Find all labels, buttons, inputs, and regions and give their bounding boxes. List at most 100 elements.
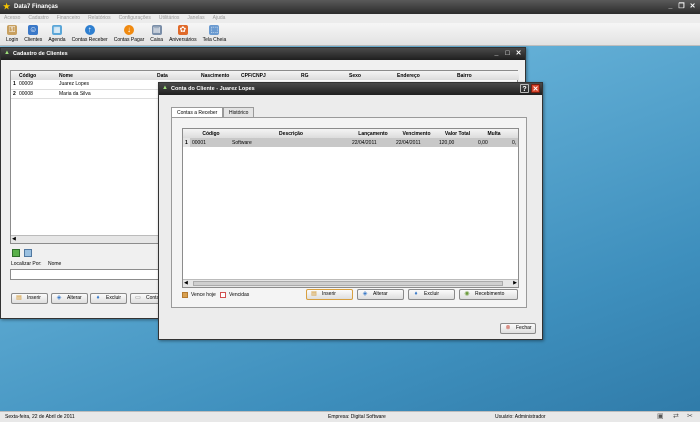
monitor-icon: ▣ — [657, 413, 664, 420]
contas-grid: Código Descrição Lançamento Vencimento V… — [182, 128, 519, 288]
fullscreen-icon: ⬚ — [209, 25, 220, 35]
delete-icon: ♦ — [414, 291, 418, 297]
gift-icon: ✿ — [177, 25, 188, 35]
menu-relatorios[interactable]: Relatórios — [88, 14, 111, 23]
column-header[interactable]: Bairro — [455, 71, 519, 80]
conta-recebimento-button[interactable]: ◉ Recebimento — [459, 289, 518, 300]
clientes-grid-header: Código Nome Data Nascimento CPF/CNPJ RG … — [11, 71, 519, 80]
column-header[interactable]: Código — [17, 71, 57, 80]
arrow-up-icon: ↑ — [84, 25, 95, 35]
menu-bar: Acesso Cadastro Financeiro Relatórios Co… — [0, 14, 700, 23]
tab-historico[interactable]: Histórico — [223, 107, 255, 117]
column-header[interactable]: Descrição — [230, 129, 350, 138]
menu-utilitarios[interactable]: Utilitários — [159, 14, 180, 23]
menu-janelas[interactable]: Janelas — [187, 14, 204, 23]
tab-contas-receber[interactable]: Contas a Receber — [171, 107, 224, 117]
close-icon[interactable]: ✕ — [514, 49, 523, 58]
conta-inserir-button[interactable]: ▤ Inserir — [306, 289, 353, 300]
toolbar-contas-pagar-button[interactable]: ↓ Contas Pagar — [111, 23, 148, 45]
scroll-left-icon[interactable]: ◀ — [184, 280, 188, 287]
conta-excluir-button[interactable]: ♦ Excluir — [408, 289, 455, 300]
close-icon[interactable]: ✕ — [531, 84, 540, 93]
toolbar-caixa-button[interactable]: ▤ Caixa — [147, 23, 166, 45]
column-header[interactable]: Multa — [476, 129, 510, 138]
conta-alterar-button[interactable]: ◈ Alterar — [357, 289, 404, 300]
column-header[interactable]: Nascimento — [199, 71, 239, 80]
contas-grid-header: Código Descrição Lançamento Vencimento V… — [183, 129, 518, 138]
key-icon: ⚿ — [7, 25, 18, 35]
delete-icon: ♦ — [96, 295, 100, 301]
restore-icon[interactable]: ❐ — [677, 2, 686, 11]
window-icon: ▲ — [162, 85, 168, 91]
column-header[interactable]: RG — [299, 71, 347, 80]
column-header[interactable]: CPF/CNPJ — [239, 71, 299, 80]
vencidas-swatch — [220, 292, 226, 298]
insert-icon: ▤ — [311, 291, 317, 297]
menu-cadastro[interactable]: Cadastro — [28, 14, 48, 23]
status-usuario: Usuário: Administrador — [495, 414, 546, 420]
status-date: Sexta-feira, 22 de Abril de 2011 — [5, 414, 75, 420]
tab-panel-contas-receber: Código Descrição Lançamento Vencimento V… — [171, 117, 527, 308]
column-header[interactable]: Endereço — [395, 71, 455, 80]
column-header[interactable]: Vencimento — [394, 129, 437, 138]
status-empresa: Empresa: Digital Software — [328, 414, 386, 420]
edit-icon: ◈ — [362, 291, 368, 297]
column-header[interactable]: Nome — [57, 71, 155, 80]
network-icon: ⇄ — [673, 413, 679, 420]
conta-cliente-window: ▲ Conta do Cliente - Juarez Lopes ? ✕ Co… — [158, 82, 543, 340]
localizar-input[interactable] — [10, 269, 160, 280]
toolbar-tela-cheia-button[interactable]: ⬚ Tela Cheia — [200, 23, 230, 45]
insert-icon: ▤ — [16, 295, 22, 301]
column-header[interactable]: Código — [190, 129, 230, 138]
fechar-button[interactable]: ⊗ Fechar — [500, 323, 536, 334]
scroll-right-icon[interactable]: ▶ — [513, 280, 517, 287]
column-header[interactable]: Sexo — [347, 71, 395, 80]
horizontal-scrollbar[interactable]: ◀ — [11, 235, 161, 243]
app-title: Data7 Finanças — [14, 4, 59, 10]
vencidas-label: Vencidas — [229, 292, 250, 298]
close-icon[interactable]: ✕ — [688, 2, 697, 11]
toolbar-login-button[interactable]: ⚿ Login — [3, 23, 21, 45]
menu-ajuda[interactable]: Ajuda — [213, 14, 226, 23]
calendar-icon: ▦ — [51, 25, 62, 35]
toolbar-aniversarios-button[interactable]: ✿ Aniversários — [166, 23, 200, 45]
add-row-icon[interactable] — [12, 249, 20, 257]
column-header[interactable]: Lançamento — [350, 129, 394, 138]
localizar-label: Localizar Por: — [11, 261, 42, 267]
localizar-value: Nome — [48, 261, 62, 267]
menu-acesso[interactable]: Acesso — [4, 14, 20, 23]
toolbar-clientes-button[interactable]: ☺ Clientes — [21, 23, 45, 45]
settings-icon: ✂ — [687, 413, 693, 420]
cash-register-icon: ▤ — [151, 25, 162, 35]
maximize-icon[interactable]: □ — [503, 49, 512, 58]
users-icon: ☺ — [28, 25, 39, 35]
menu-configuracoes[interactable]: Configurações — [119, 14, 151, 23]
status-bar: Sexta-feira, 22 de Abril de 2011 Empresa… — [0, 411, 700, 422]
app-titlebar: ★ Data7 Finanças _ ❐ ✕ — [0, 0, 700, 14]
help-icon[interactable]: ? — [520, 84, 529, 93]
toolbar-contas-receber-button[interactable]: ↑ Contas Receber — [69, 23, 111, 45]
close-circle-icon: ⊗ — [505, 325, 511, 331]
column-header[interactable]: Valor Total — [437, 129, 476, 138]
minimize-icon[interactable]: _ — [492, 49, 501, 58]
minimize-icon[interactable]: _ — [666, 2, 675, 11]
cadastro-alterar-button[interactable]: ◈ Alterar — [51, 293, 88, 304]
menu-financeiro[interactable]: Financeiro — [57, 14, 80, 23]
star-icon: ★ — [3, 2, 11, 11]
conta-title: Conta do Cliente - Juarez Lopes — [171, 86, 255, 92]
receipt-icon: ◉ — [464, 291, 470, 297]
conta-titlebar: ▲ Conta do Cliente - Juarez Lopes ? ✕ — [159, 83, 542, 95]
cadastro-inserir-button[interactable]: ▤ Inserir — [11, 293, 48, 304]
main-toolbar: ⚿ Login ☺ Clientes ▦ Agenda ↑ Contas Rec… — [0, 23, 700, 46]
toolbar-agenda-button[interactable]: ▦ Agenda — [45, 23, 68, 45]
scroll-left-icon[interactable]: ◀ — [12, 236, 16, 243]
edit-icon: ◈ — [56, 295, 62, 301]
scrollbar-thumb[interactable] — [193, 281, 503, 286]
vence-hoje-label: Vence hoje — [191, 292, 216, 298]
refresh-icon[interactable] — [24, 249, 32, 257]
horizontal-scrollbar[interactable]: ◀ ▶ — [183, 279, 518, 287]
window-icon: ▲ — [4, 50, 10, 56]
column-header[interactable]: Data — [155, 71, 199, 80]
table-row[interactable]: 1 00001 Software 22/04/2011 22/04/2011 1… — [183, 138, 518, 147]
cadastro-excluir-button[interactable]: ♦ Excluir — [90, 293, 127, 304]
